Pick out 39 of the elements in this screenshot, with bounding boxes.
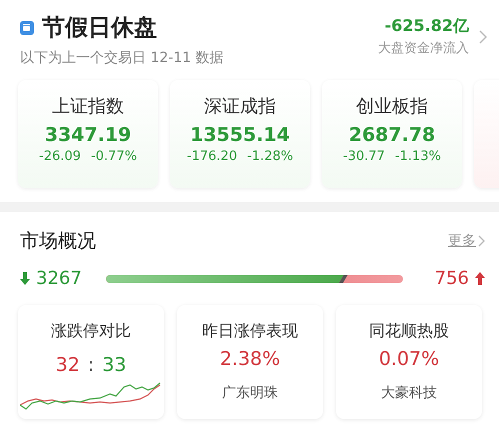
index-percent: -1.28% <box>247 149 294 164</box>
index-change: -26.09 <box>39 149 81 164</box>
down-arrow-icon <box>20 272 30 285</box>
page-title: 节假日休盘 <box>42 14 157 43</box>
index-change: -30.77 <box>343 149 385 164</box>
stock-name: 大豪科技 <box>381 384 437 402</box>
stat-card[interactable]: 涨跌停对比 32 : 33 <box>18 305 164 419</box>
index-value: 13555.14 <box>190 124 290 146</box>
chevron-right-icon <box>478 235 485 247</box>
card-value: 0.07% <box>378 348 440 370</box>
card-title: 同花顺热股 <box>369 321 449 342</box>
stat-card[interactable]: 同花顺热股 0.07% 大豪科技 <box>336 305 482 419</box>
subtitle: 以下为上一个交易日 12-11 数据 <box>20 49 224 67</box>
net-inflow-label: 大盘资金净流入 <box>378 40 469 57</box>
index-name: 深证成指 <box>204 95 276 118</box>
index-value: 3347.19 <box>44 124 132 146</box>
index-name: 上证指数 <box>52 95 124 118</box>
index-value: 2687.78 <box>348 124 436 146</box>
index-percent: -1.13% <box>394 149 441 164</box>
index-card[interactable]: 上证指数 3347.19 -26.09 -0.77% <box>18 80 158 188</box>
stat-card[interactable]: 昨日涨停表现 2.38% 广东明珠 <box>177 305 323 419</box>
section-title: 市场概况 <box>20 229 96 254</box>
card-title: 涨跌停对比 <box>51 321 131 342</box>
card-title: 昨日涨停表现 <box>202 321 298 342</box>
decliners-count: 3267 <box>36 268 82 289</box>
limit-up-count: 32 <box>56 354 80 376</box>
advancers-count: 756 <box>434 268 469 289</box>
limit-down-count: 33 <box>102 354 126 376</box>
ratio-separator: : <box>88 354 94 376</box>
up-arrow-icon <box>475 272 485 285</box>
chevron-right-icon[interactable] <box>479 30 487 44</box>
card-value: 2.38% <box>220 348 280 370</box>
index-card[interactable]: 创业板指 2687.78 -30.77 -1.13% <box>322 80 462 188</box>
index-percent: -0.77% <box>90 149 137 164</box>
index-name: 创业板指 <box>356 95 428 118</box>
net-inflow-value: -625.82亿 <box>384 16 469 37</box>
stock-name: 广东明珠 <box>222 384 278 402</box>
index-change: -176.20 <box>186 149 238 164</box>
index-card[interactable]: 深证成指 13555.14 -176.20 -1.28% <box>170 80 310 188</box>
